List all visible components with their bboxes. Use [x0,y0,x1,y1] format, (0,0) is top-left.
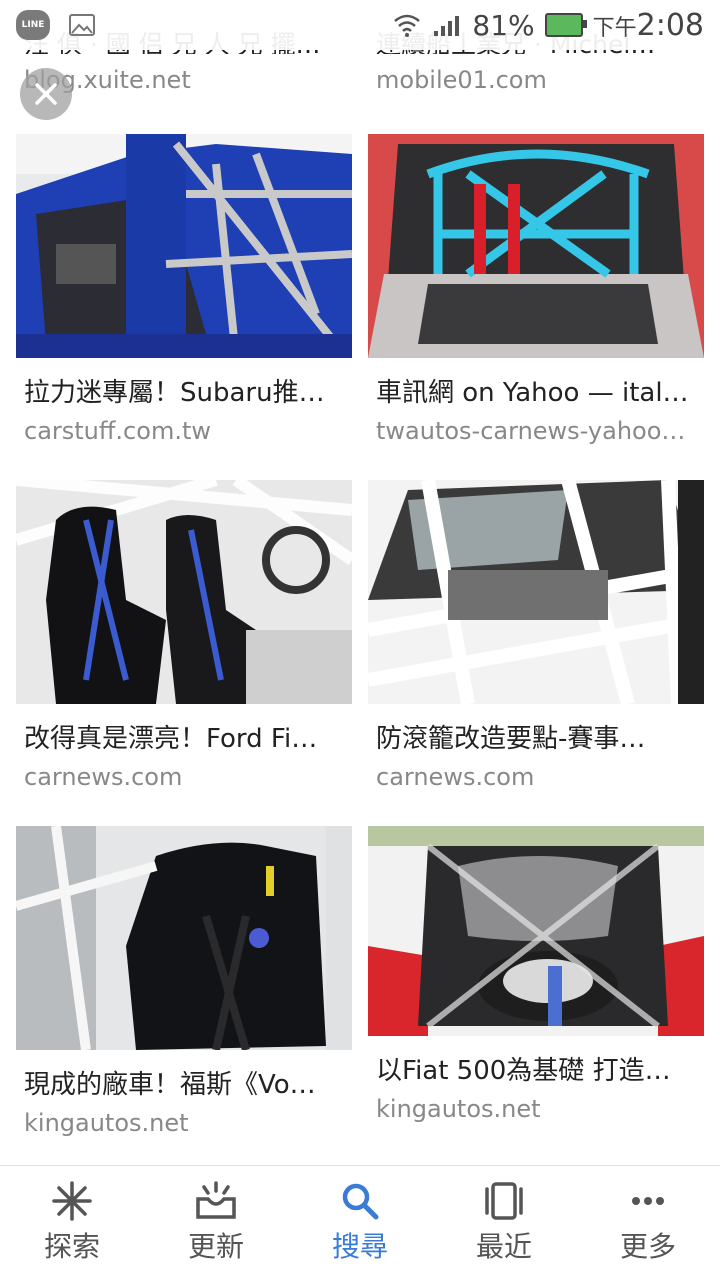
search-icon [342,1183,379,1220]
result-card[interactable]: 車訊網 on Yahoo — ital… twautos-carnews-yah… [368,134,704,445]
nav-explore[interactable]: 探索 [0,1166,144,1280]
gallery-icon [69,14,95,36]
nav-explore-label: 探索 [43,1230,100,1263]
result-source[interactable]: carnews.com [16,763,344,791]
nav-search-label: 搜尋 [331,1230,388,1263]
nav-recent-label: 最近 [475,1230,532,1263]
result-thumbnail[interactable] [16,480,352,704]
line-badge-text: LINE [21,20,45,30]
battery-percent: 81% [472,8,535,42]
more-dots-icon [632,1197,664,1205]
result-thumbnail[interactable] [368,826,704,1036]
nav-recent[interactable]: 最近 [432,1166,576,1280]
time-prefix: 下午 [592,15,637,41]
status-bar: LINE 81% 下午2:08 [0,0,720,50]
line-app-icon: LINE [16,10,50,40]
racing-seats-image [16,480,352,704]
close-icon [35,83,57,105]
result-title[interactable]: 現成的廠車！福斯《Vo… [16,1064,344,1101]
result-card[interactable]: 以Fiat 500為基礎 打造… kingautos.net [368,826,704,1123]
recent-cards-icon [485,1182,523,1220]
vw-racing-seat-image [16,826,352,1050]
previous-right-source[interactable]: mobile01.com [376,66,547,94]
fiat500-trunk-image [368,826,704,1036]
result-card[interactable]: 拉力迷專屬！Subaru推… carstuff.com.tw [16,134,352,445]
result-thumbnail[interactable] [368,134,704,358]
result-title[interactable]: 防滾籠改造要點-賽事… [368,718,696,755]
result-source[interactable]: twautos-carnews-yahoo… [368,417,696,445]
result-title[interactable]: 改得真是漂亮！Ford Fi… [16,718,344,755]
nav-updates-label: 更新 [187,1230,244,1263]
result-thumbnail[interactable] [368,480,704,704]
clock-time: 2:08 [636,7,704,43]
result-source[interactable]: carstuff.com.tw [16,417,344,445]
wifi-icon [394,14,421,37]
nav-more[interactable]: 更多 [576,1166,720,1280]
battery-icon [544,13,587,37]
white-rollcage-interior-image [368,480,704,704]
bottom-navigation: 探索 更新 搜尋 最近 更多 [0,1165,720,1280]
result-card[interactable]: 改得真是漂亮！Ford Fi… carnews.com [16,480,352,791]
nav-search[interactable]: 搜尋 [288,1166,432,1280]
inbox-bell-icon [196,1181,236,1219]
blue-car-rollcage-image [16,134,352,358]
result-source[interactable]: carnews.com [368,763,696,791]
hatchback-rollcage-image [368,134,704,358]
result-thumbnail[interactable] [16,826,352,1050]
nav-updates[interactable]: 更新 [144,1166,288,1280]
nav-more-label: 更多 [619,1230,676,1263]
result-card[interactable]: 防滾籠改造要點-賽事… carnews.com [368,480,704,791]
result-card[interactable]: 現成的廠車！福斯《Vo… kingautos.net [16,826,352,1137]
result-source[interactable]: kingautos.net [368,1095,696,1123]
result-title[interactable]: 以Fiat 500為基礎 打造… [368,1050,696,1087]
sparkle-icon [52,1181,92,1221]
result-title[interactable]: 車訊網 on Yahoo — ital… [368,372,696,409]
close-button[interactable] [20,68,72,120]
result-thumbnail[interactable] [16,134,352,358]
signal-icon [434,16,460,36]
result-source[interactable]: kingautos.net [16,1109,344,1137]
result-title[interactable]: 拉力迷專屬！Subaru推… [16,372,344,409]
